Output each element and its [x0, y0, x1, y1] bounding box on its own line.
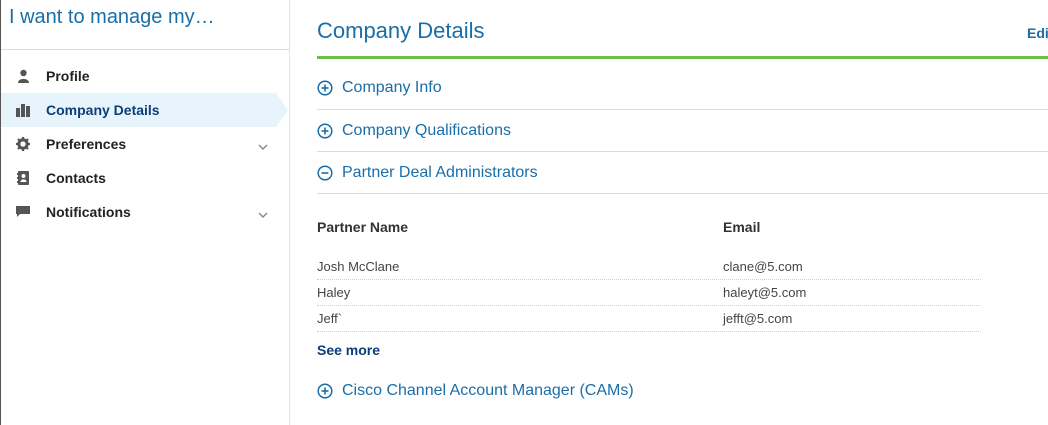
sidebar-item-label: Notifications: [46, 204, 131, 220]
table-row: Jeff` jefft@5.com: [317, 306, 981, 332]
section-company-info[interactable]: Company Info: [317, 59, 1048, 110]
table-header: Partner Name Email: [317, 211, 1048, 243]
administrators-table: Partner Name Email Josh McClane clane@5.…: [317, 211, 1048, 358]
chevron-down-icon[interactable]: [258, 138, 268, 154]
sidebar: I want to manage my… Profile Company Det…: [0, 0, 290, 425]
plus-circle-icon: [317, 383, 333, 399]
plus-circle-icon: [317, 122, 333, 139]
sidebar-item-preferences[interactable]: Preferences: [1, 127, 290, 161]
section-cisco-channel-account-manager[interactable]: Cisco Channel Account Manager (CAMs): [317, 376, 1048, 406]
table-row: Haley haleyt@5.com: [317, 280, 981, 306]
plus-circle-icon: [317, 79, 333, 96]
partner-name-cell: Haley: [317, 285, 351, 300]
section-label: Company Qualifications: [342, 121, 511, 139]
table-row: Josh McClane clane@5.com: [317, 254, 981, 280]
section-label: Company Info: [342, 78, 442, 96]
section-label: Partner Deal Administrators: [342, 163, 538, 181]
page-title: Company Details: [317, 18, 485, 43]
sidebar-item-contacts[interactable]: Contacts: [1, 161, 290, 195]
section-company-qualifications[interactable]: Company Qualifications: [317, 110, 1048, 152]
chevron-down-icon[interactable]: [258, 206, 268, 222]
see-more-link[interactable]: See more: [317, 342, 1048, 358]
sidebar-title: I want to manage my…: [1, 0, 289, 50]
sidebar-item-profile[interactable]: Profile: [1, 59, 290, 93]
column-header-email: Email: [723, 219, 761, 235]
divider: [289, 0, 290, 425]
page-header: Company Details Edi: [317, 0, 1048, 59]
sidebar-item-company-details[interactable]: Company Details: [1, 93, 288, 127]
edit-button[interactable]: Edi: [1027, 25, 1048, 41]
partner-name-cell: Josh McClane: [317, 259, 400, 274]
sidebar-item-notifications[interactable]: Notifications: [1, 195, 290, 229]
contact-book-icon: [16, 171, 30, 185]
main-content: Company Details Edi Company Info Company…: [317, 0, 1048, 425]
column-header-partner-name: Partner Name: [317, 219, 409, 235]
sidebar-item-label: Company Details: [46, 102, 160, 118]
sidebar-nav: Profile Company Details Preferences Cont…: [1, 59, 290, 229]
partner-name-cell: Jeff`: [317, 311, 343, 326]
minus-circle-icon: [317, 164, 333, 181]
sidebar-item-label: Contacts: [46, 170, 106, 186]
email-cell: clane@5.com: [723, 259, 803, 274]
section-partner-deal-administrators[interactable]: Partner Deal Administrators: [317, 152, 1048, 194]
sidebar-item-label: Profile: [46, 68, 90, 84]
sidebar-item-label: Preferences: [46, 136, 127, 152]
section-label: Cisco Channel Account Manager (CAMs): [342, 382, 634, 399]
person-icon: [16, 69, 30, 83]
message-icon: [16, 205, 30, 219]
gear-icon: [16, 137, 30, 151]
email-cell: jefft@5.com: [723, 311, 793, 326]
email-cell: haleyt@5.com: [723, 285, 807, 300]
building-icon: [16, 103, 30, 117]
active-indicator: [276, 93, 288, 127]
